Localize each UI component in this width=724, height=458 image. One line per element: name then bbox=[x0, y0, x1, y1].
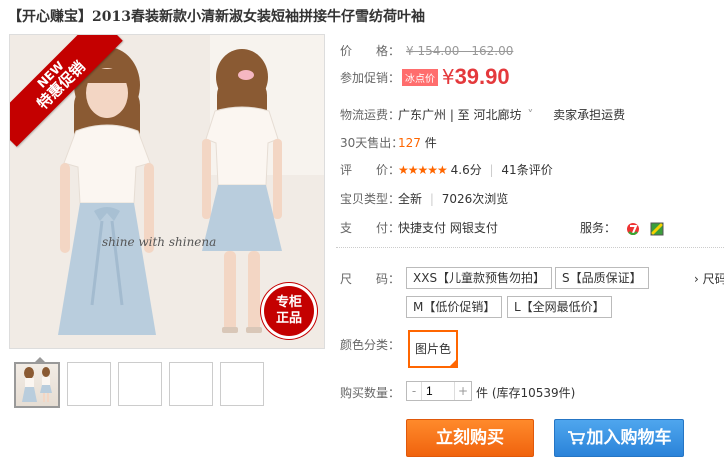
payment-label: 支 付： bbox=[340, 221, 401, 235]
guarantee-icon[interactable] bbox=[650, 222, 664, 236]
size-option-xxs[interactable]: XXS【儿童款预售勿拍】 bbox=[406, 267, 553, 289]
payment-row: 支 付：快捷支付 网银支付 bbox=[340, 219, 498, 236]
size-chart-link[interactable]: › 尺码 bbox=[694, 270, 724, 287]
quantity-label: 购买数量： bbox=[340, 386, 401, 400]
thumbnail-pointer bbox=[34, 357, 46, 363]
seal-text: 专柜正品 bbox=[275, 295, 302, 326]
quantity-increase-button[interactable]: + bbox=[456, 382, 470, 400]
photo-watermark-text: shine with shinena bbox=[102, 235, 217, 249]
color-option-selected[interactable]: 图片色 bbox=[408, 330, 458, 368]
thumbnail-4[interactable] bbox=[169, 362, 213, 406]
product-title: 【开心赚宝】2013春装新款小清新淑女装短袖拼接牛仔雪纺荷叶袖 bbox=[8, 9, 425, 25]
main-product-image[interactable]: shine with shinena NEW 特惠促销 专柜正品 bbox=[9, 34, 325, 349]
chevron-down-icon[interactable]: ˅ bbox=[527, 108, 533, 122]
size-label: 尺 码： bbox=[340, 272, 401, 286]
buy-now-button[interactable]: 立刻购买 bbox=[406, 419, 534, 457]
review-count-link[interactable]: 41条评价 bbox=[501, 163, 552, 177]
sales-unit: 件 bbox=[424, 136, 437, 150]
shipping-route[interactable]: 广东广州 | 至 河北廊坊 bbox=[398, 108, 522, 122]
original-price: ¥ 154.00 - 162.00 bbox=[406, 44, 514, 58]
price-row: 价 格： ¥ 154.00 - 162.00 bbox=[340, 42, 513, 59]
currency-symbol: ¥ bbox=[441, 65, 455, 89]
quantity-label-row: 购买数量： bbox=[340, 384, 401, 401]
selected-check-icon bbox=[448, 358, 458, 368]
promo-tag: 冰点价 bbox=[402, 68, 438, 86]
view-count: 7026次浏览 bbox=[441, 192, 509, 206]
price-label: 价 格： bbox=[340, 44, 401, 58]
service-label: 服务： bbox=[580, 221, 617, 235]
cart-icon bbox=[567, 431, 585, 445]
authentic-seal: 专柜正品 bbox=[264, 286, 314, 336]
quantity-input[interactable] bbox=[421, 382, 455, 400]
service-row: 服务： bbox=[580, 219, 664, 236]
size-option-s[interactable]: S【品质保证】 bbox=[555, 267, 649, 289]
thumbnail-image bbox=[22, 367, 52, 402]
section-divider bbox=[336, 247, 724, 248]
promo-label: 参加促销： bbox=[340, 70, 401, 85]
add-to-cart-button[interactable]: 加入购物车 bbox=[554, 419, 684, 457]
promo-row: 参加促销： 冰点价 ¥39.90 bbox=[340, 64, 510, 90]
thumbnail-3[interactable] bbox=[118, 362, 162, 406]
quantity-stepper: - + bbox=[406, 381, 472, 401]
size-label-row: 尺 码： bbox=[340, 270, 401, 287]
color-label-row: 颜色分类： bbox=[340, 336, 401, 353]
rating-row: 评 价：★★★★★ 4.6分 | 41条评价 bbox=[340, 161, 553, 178]
sales-label: 30天售出： bbox=[340, 136, 404, 150]
item-type-separator: | bbox=[429, 192, 434, 206]
item-condition: 全新 bbox=[398, 192, 423, 206]
rating-separator: | bbox=[489, 163, 494, 177]
rating-score: 4.6分 bbox=[450, 163, 482, 177]
sales-count[interactable]: 127 bbox=[398, 136, 421, 150]
rating-label: 评 价： bbox=[340, 163, 401, 177]
shipping-note: 卖家承担运费 bbox=[553, 108, 626, 122]
rating-stars: ★★★★★ bbox=[398, 163, 448, 177]
quantity-decrease-button[interactable]: - bbox=[407, 382, 421, 400]
color-label: 颜色分类： bbox=[340, 338, 401, 352]
item-type-label: 宝贝类型： bbox=[340, 192, 401, 206]
shipping-label: 物流运费： bbox=[340, 108, 401, 122]
buy-now-label: 立刻购买 bbox=[436, 428, 504, 448]
item-type-row: 宝贝类型：全新 | 7026次浏览 bbox=[340, 190, 508, 207]
stock-info: 件 (库存10539件) bbox=[476, 386, 576, 400]
thumbnail-5[interactable] bbox=[220, 362, 264, 406]
thumbnail-2[interactable] bbox=[67, 362, 111, 406]
thumbnail-1[interactable] bbox=[14, 357, 60, 408]
add-to-cart-label: 加入购物车 bbox=[586, 428, 672, 448]
shipping-row: 物流运费：广东广州 | 至 河北廊坊 ˅ 卖家承担运费 bbox=[340, 106, 625, 123]
size-option-m[interactable]: M【低价促销】 bbox=[406, 296, 503, 318]
promo-price: 39.90 bbox=[454, 64, 510, 89]
color-option-label: 图片色 bbox=[414, 342, 451, 356]
seven-day-return-icon[interactable] bbox=[626, 222, 640, 236]
payment-methods: 快捷支付 网银支付 bbox=[398, 221, 498, 235]
size-option-l[interactable]: L【全网最低价】 bbox=[507, 296, 612, 318]
sales-row: 30天售出：127 件 bbox=[340, 134, 437, 151]
